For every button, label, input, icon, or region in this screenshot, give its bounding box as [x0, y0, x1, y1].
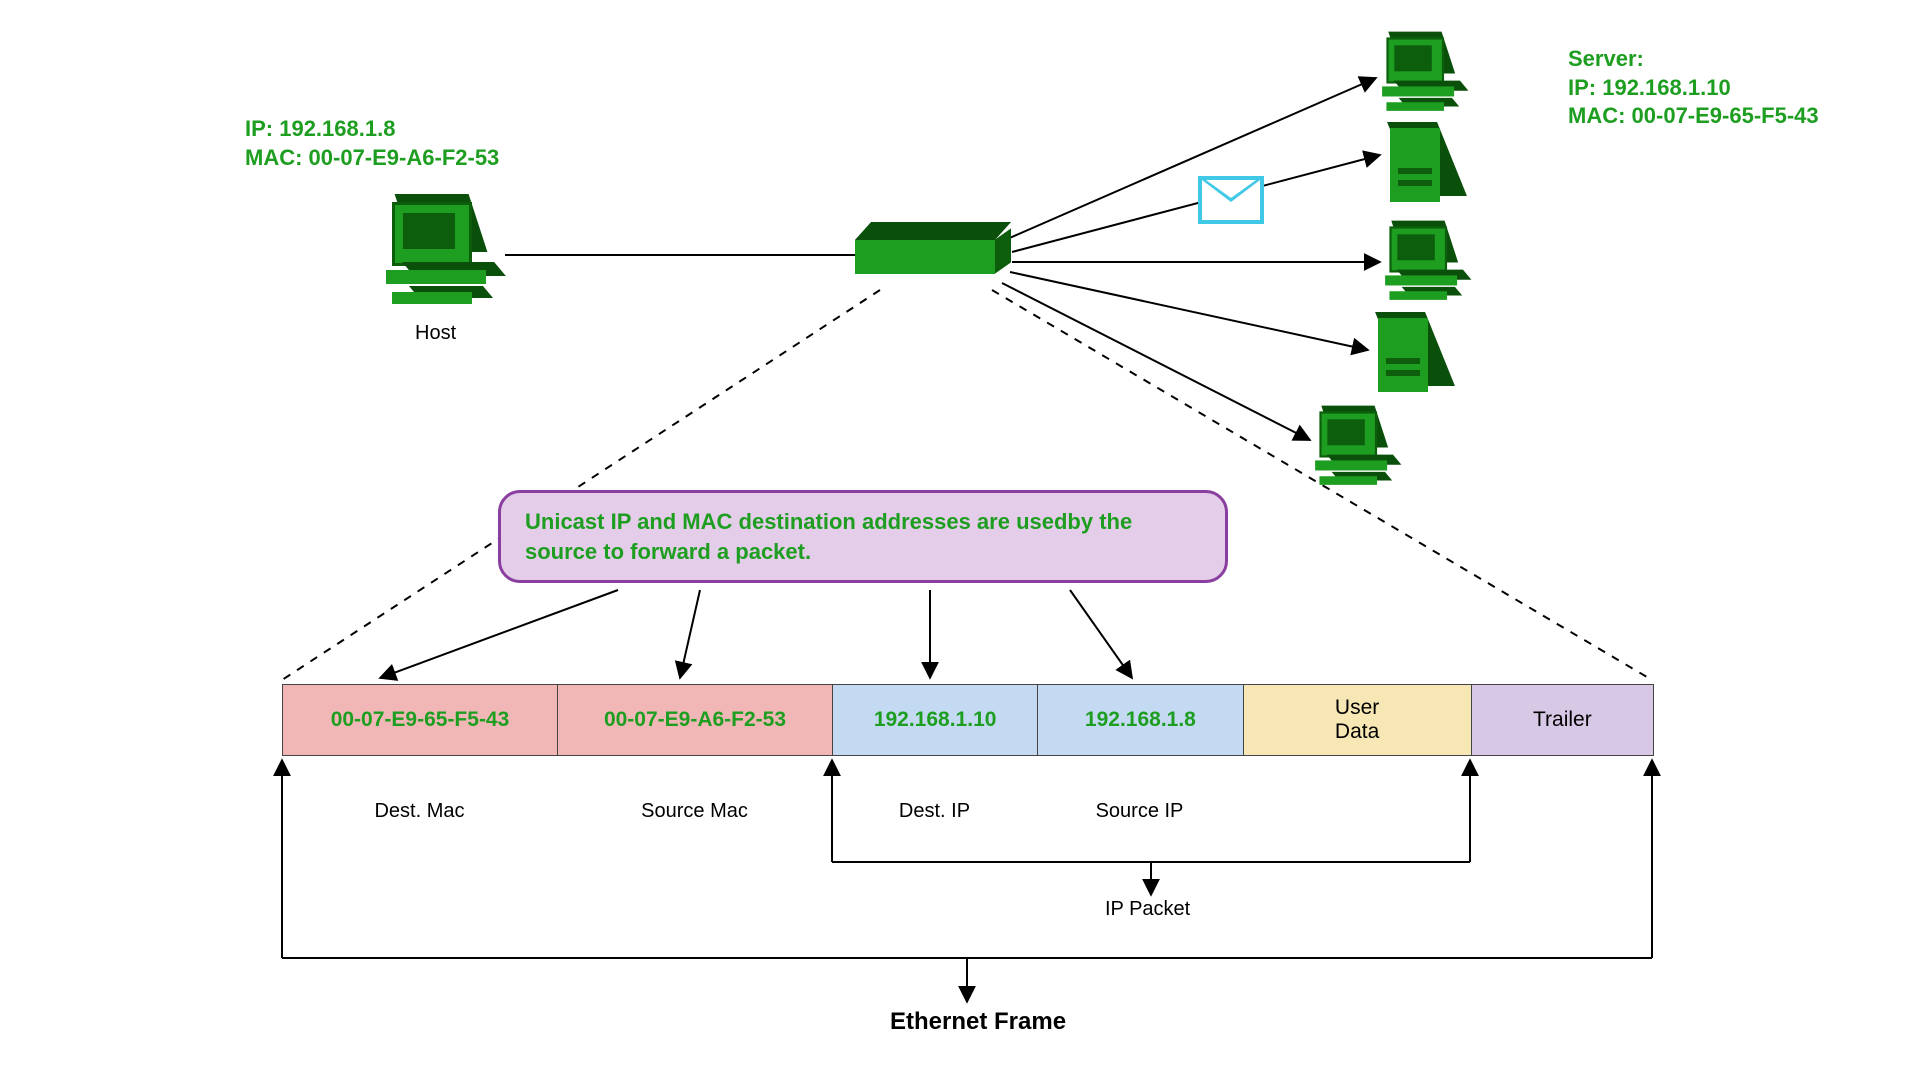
src-mac-cell: 00-07-E9-A6-F2-53	[558, 685, 833, 755]
src-mac-label: Source Mac	[557, 800, 832, 823]
src-ip-label: Source IP	[1037, 800, 1242, 823]
server-info: Server: IP: 192.168.1.10 MAC: 00-07-E9-6…	[1568, 45, 1819, 131]
ethernet-frame-label: Ethernet Frame	[890, 1008, 1066, 1036]
ip-packet-label: IP Packet	[1105, 898, 1190, 921]
dest-ip-cell: 192.168.1.10	[833, 685, 1038, 755]
host-ip: IP: 192.168.1.8	[245, 116, 395, 141]
dest-ip-label: Dest. IP	[832, 800, 1037, 823]
server-label: Server:	[1568, 46, 1644, 71]
trailer-cell: Trailer	[1472, 685, 1653, 755]
diagram-stage: IP: 192.168.1.8 MAC: 00-07-E9-A6-F2-53 S…	[0, 0, 1920, 1080]
dest-mac-cell: 00-07-E9-65-F5-43	[283, 685, 558, 755]
user-data-cell: User Data	[1244, 685, 1472, 755]
host-mac: MAC: 00-07-E9-A6-F2-53	[245, 145, 499, 170]
server-mac: MAC: 00-07-E9-65-F5-43	[1568, 103, 1819, 128]
callout-box: Unicast IP and MAC destination addresses…	[498, 490, 1228, 583]
envelope-icon	[1198, 176, 1264, 224]
dest-mac-label: Dest. Mac	[282, 800, 557, 823]
switch-icon	[855, 222, 1010, 277]
src-ip-cell: 192.168.1.8	[1038, 685, 1243, 755]
callout-text: Unicast IP and MAC destination addresses…	[525, 509, 1132, 564]
frame-sublabels: Dest. Mac Source Mac Dest. IP Source IP	[282, 800, 1242, 823]
server-ip: IP: 192.168.1.10	[1568, 75, 1731, 100]
host-label: Host	[415, 322, 456, 345]
host-info: IP: 192.168.1.8 MAC: 00-07-E9-A6-F2-53	[245, 115, 499, 172]
ethernet-frame-table: 00-07-E9-65-F5-43 00-07-E9-A6-F2-53 192.…	[282, 684, 1654, 756]
